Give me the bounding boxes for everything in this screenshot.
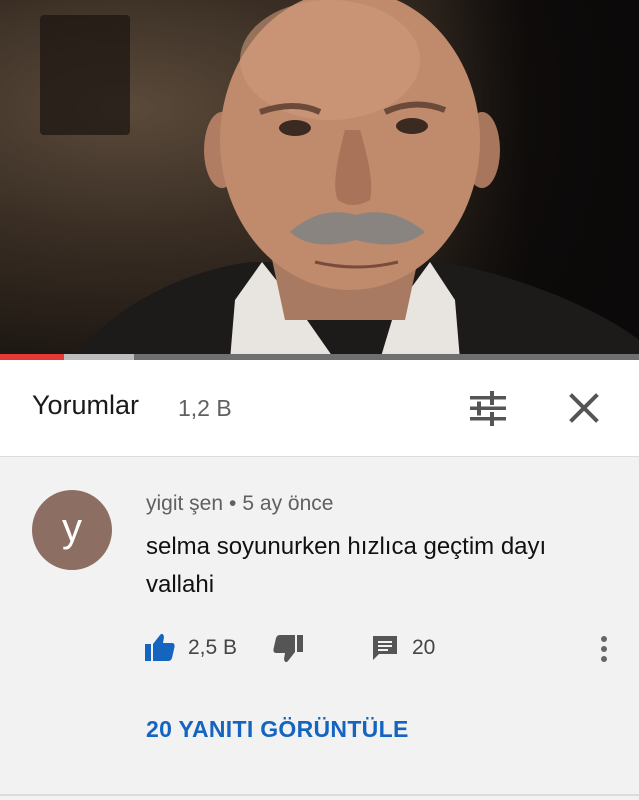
comment-author[interactable]: yigit şen [146,492,223,515]
avatar[interactable]: y [32,490,112,570]
sort-filter-button[interactable] [466,388,510,428]
divider [0,794,639,796]
comments-count: 1,2 B [178,395,232,421]
comments-header: Yorumlar 1,2 B [0,360,639,457]
comments-title: Yorumlar [32,390,140,420]
video-frame-portrait [70,0,639,360]
dislike-button[interactable] [272,634,304,664]
comment-actions: 2,5 B 20 [0,628,639,668]
close-icon [569,393,599,423]
close-button[interactable] [562,388,606,428]
comment-item: y yigit şen • 5 ay önce selma soyunurken h… [0,458,639,796]
view-replies-button[interactable]: 20 YANITI GÖRÜNTÜLE [146,716,409,743]
avatar-letter: y [62,506,82,550]
more-options-button[interactable] [594,632,614,666]
like-count: 2,5 B [188,636,238,659]
reply-count: 20 [412,636,436,659]
thumb-up-icon [145,633,175,661]
thumb-down-icon [273,635,303,663]
sort-filter-icon [470,391,506,426]
meta-separator: • [229,492,237,515]
like-button[interactable] [144,632,176,662]
comment-icon [373,636,397,660]
video-player[interactable] [0,0,639,360]
more-vert-icon [601,636,607,662]
reply-button[interactable] [371,634,399,662]
comment-meta: yigit şen • 5 ay önce [146,492,333,516]
comment-text: selma soyunurken hızlıca geçtim dayı val… [146,533,547,598]
comment-time[interactable]: 5 ay önce [242,492,333,515]
